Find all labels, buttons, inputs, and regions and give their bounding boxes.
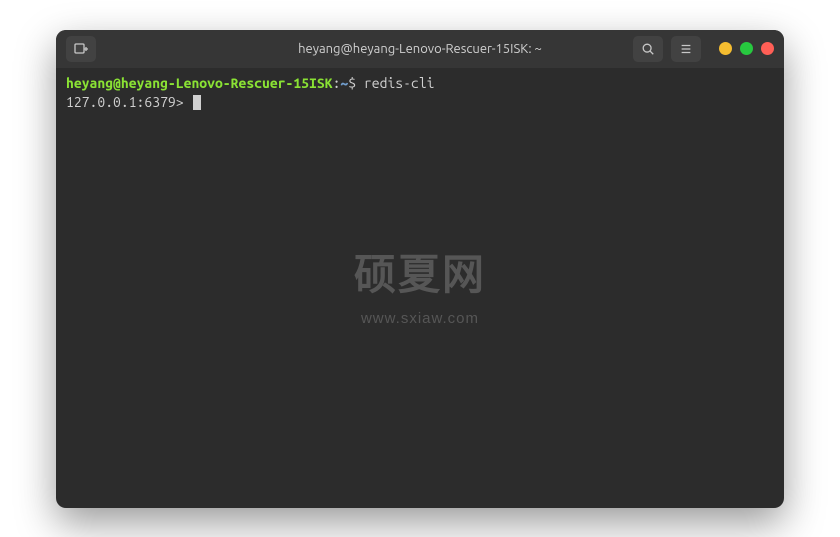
maximize-button[interactable] xyxy=(740,42,753,55)
menu-button[interactable] xyxy=(671,36,701,62)
right-controls xyxy=(633,36,774,62)
watermark: 硕夏网 www.sxiaw.com xyxy=(354,246,486,330)
prompt-user: heyang@heyang-Lenovo-Rescuer-15ISK xyxy=(66,75,333,91)
watermark-text: 硕夏网 xyxy=(354,246,486,305)
command-line-2: 127.0.0.1:6379> xyxy=(66,93,774,113)
window-controls xyxy=(719,42,774,55)
minimize-button[interactable] xyxy=(719,42,732,55)
command-text: redis-cli xyxy=(364,75,435,91)
terminal-body[interactable]: heyang@heyang-Lenovo-Rescuer-15ISK:~$ re… xyxy=(56,68,784,508)
search-icon xyxy=(641,42,655,56)
search-button[interactable] xyxy=(633,36,663,62)
new-tab-button[interactable] xyxy=(66,36,96,62)
watermark-url: www.sxiaw.com xyxy=(354,308,486,329)
prompt-dollar: $ xyxy=(348,75,364,91)
new-tab-icon xyxy=(73,41,89,57)
hamburger-icon xyxy=(679,42,693,56)
redis-prompt: 127.0.0.1:6379> xyxy=(66,94,191,110)
titlebar: heyang@heyang-Lenovo-Rescuer-15ISK: ~ xyxy=(56,30,784,68)
close-button[interactable] xyxy=(761,42,774,55)
window-title: heyang@heyang-Lenovo-Rescuer-15ISK: ~ xyxy=(298,42,542,56)
cursor xyxy=(193,95,201,110)
terminal-window: heyang@heyang-Lenovo-Rescuer-15ISK: ~ xyxy=(56,30,784,508)
command-line-1: heyang@heyang-Lenovo-Rescuer-15ISK:~$ re… xyxy=(66,74,774,94)
